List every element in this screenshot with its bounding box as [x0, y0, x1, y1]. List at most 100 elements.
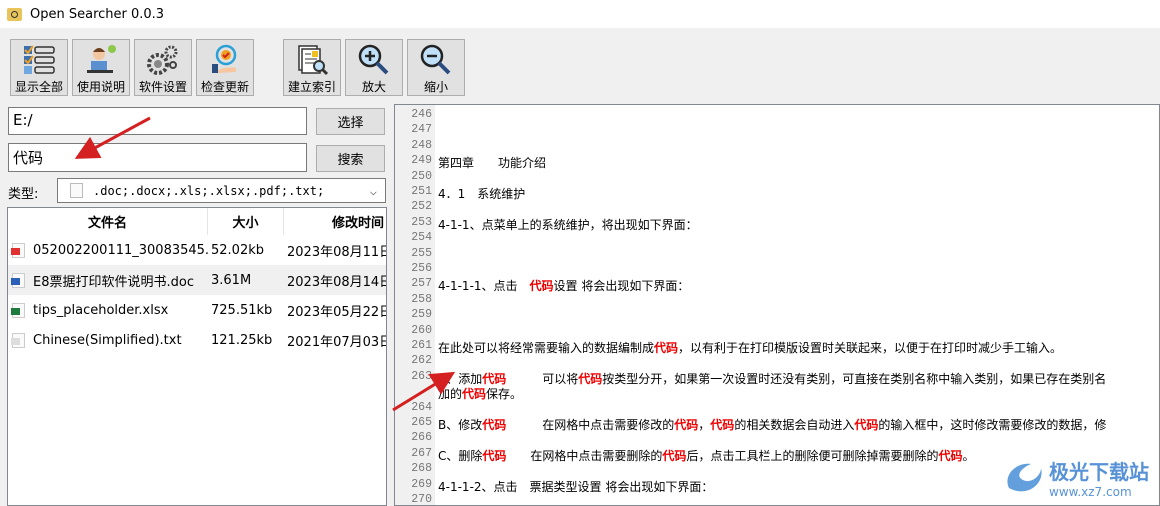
zoom-in-button[interactable]: 放大: [345, 39, 403, 96]
text-span: ，以有利于在打印模版设置时关联起来，以便于在打印时减少手工输入。: [678, 341, 1063, 355]
line-number: 270: [411, 493, 432, 506]
word-file-icon: [11, 272, 25, 288]
user-guide-button[interactable]: 使用说明: [72, 39, 130, 96]
line-text: [435, 293, 438, 308]
text-line: 255: [395, 247, 438, 262]
line-text: [435, 170, 438, 185]
toolbar-label: 检查更新: [200, 80, 249, 94]
text-line: 249 第四章 功能介绍: [395, 154, 547, 171]
line-number: 266: [411, 431, 432, 445]
line-text: 4-1-1-2、点击 票据类型设置 将会出现如下界面：: [435, 478, 713, 494]
line-number: 251: [411, 185, 432, 198]
text-span: C、删除: [438, 448, 483, 463]
zoom-out-button[interactable]: 缩小: [407, 39, 465, 96]
text-line: 266: [395, 431, 438, 446]
text-line: 257 4-1-1-1、点击 代码设置 将会出现如下界面：: [395, 277, 689, 293]
window-title: Open Searcher 0.0.3: [30, 6, 165, 22]
line-text: B、修改代码 在网格中点击需要修改的代码，代码的相关数据会自动进入代码的输入框中…: [435, 416, 1106, 432]
text-line: 265 B、修改代码 在网格中点击需要修改的代码，代码的相关数据会自动进入代码的输…: [395, 416, 1106, 432]
path-input[interactable]: E:/: [8, 107, 307, 135]
pdf-file-icon: [11, 242, 25, 258]
file-name: 052002200111_30083545.pdf: [33, 242, 208, 258]
file-name-cell: E8票据打印软件说明书.doc: [8, 271, 208, 290]
text-span: 4-1-1、点菜单上的系统维护，将出现如下界面：: [438, 217, 698, 232]
file-size: 725.51kb: [211, 302, 273, 318]
text-line: 256: [395, 262, 438, 277]
search-highlight: 代码: [662, 448, 687, 463]
line-number: 252: [411, 200, 432, 214]
search-input[interactable]: 代码: [8, 143, 307, 172]
chevron-down-icon[interactable]: ⌵: [370, 184, 377, 198]
search-button[interactable]: 搜索: [316, 145, 385, 172]
settings-button[interactable]: 软件设置: [134, 39, 192, 96]
show-all-button[interactable]: 显示全部: [10, 39, 68, 96]
toolbar-label: 缩小: [423, 80, 448, 94]
text-span: 第四章 功能介绍: [438, 156, 547, 171]
toolbar-label: 使用说明: [76, 80, 125, 94]
line-number: 249: [411, 154, 432, 168]
text-span: 按类型分开，如果第一次设置时还没有类别，可直接在类别名称中输入类别，如果已存在类…: [602, 371, 1107, 386]
toolbar-label: 放大: [361, 80, 386, 94]
line-number: [395, 385, 435, 400]
text-line: 加的代码保存。: [395, 385, 522, 402]
file-date: 2021年07月03日 .: [287, 334, 386, 350]
text-span: 后，点击工具栏上的删除便可删除掉需要删除的: [686, 448, 939, 463]
line-text: 第四章 功能介绍: [435, 154, 547, 171]
text-line: 270: [395, 493, 438, 506]
file-name-cell: Chinese(Simplified).txt: [8, 332, 208, 348]
header-name[interactable]: 文件名: [8, 208, 208, 235]
select-folder-button[interactable]: 选择: [316, 108, 385, 135]
text-span: 在网格中点击需要删除的: [506, 448, 663, 463]
text-span: 加的: [438, 387, 463, 402]
text-span: ，: [698, 418, 711, 432]
document-viewer[interactable]: 246 247 248 249 第四章 功能介绍 250 251 4．1 系统维护 252 253…: [394, 104, 1160, 506]
line-number: 260: [411, 323, 432, 337]
text-line: 268: [395, 462, 438, 477]
line-text: [435, 200, 438, 215]
header-size[interactable]: 大小: [208, 208, 284, 235]
search-highlight: 代码: [462, 387, 487, 402]
toolbar-label: 显示全部: [14, 80, 63, 94]
zoom-in-icon: [357, 43, 391, 77]
text-line: 262: [395, 354, 438, 369]
watermark-url: www.xz7.com: [1049, 485, 1132, 499]
file-size: 3.61M: [211, 272, 252, 288]
search-highlight: 代码: [654, 341, 679, 355]
line-text: [435, 123, 438, 138]
excel-file-icon: [11, 302, 25, 318]
file-date: 2023年08月11日 .: [287, 244, 386, 260]
search-highlight: 代码: [674, 418, 699, 432]
search-highlight: 代码: [938, 448, 963, 463]
text-line: 247: [395, 123, 438, 138]
toolbar-label: 软件设置: [138, 80, 187, 94]
line-number: 248: [411, 138, 432, 152]
line-text: [435, 262, 438, 277]
table-row[interactable]: 052002200111_30083545.pdf52.02kb 2023年08月…: [8, 235, 386, 265]
search-highlight: 代码: [854, 418, 879, 432]
search-highlight: 代码: [482, 371, 507, 386]
line-text: 4．1 系统维护: [435, 185, 525, 201]
build-index-button[interactable]: 建立索引: [283, 39, 341, 96]
line-number: 268: [411, 462, 432, 476]
index-document-icon: [295, 43, 329, 77]
text-span: B、修改: [438, 418, 483, 432]
file-table: 文件名 大小 修改时间 052002200111_30083545.pdf52.…: [7, 207, 387, 506]
table-row[interactable]: E8票据打印软件说明书.doc 3.61M 2023年08月14日 .: [8, 265, 386, 295]
type-value: .doc;.docx;.xls;.xlsx;.pdf;.txt;: [93, 183, 325, 198]
text-line: 251 4．1 系统维护: [395, 185, 525, 201]
line-number: 257: [411, 277, 432, 291]
table-row[interactable]: tips_placeholder.xlsx 725.51kb 2023年05月22日…: [8, 295, 386, 325]
text-file-icon: [11, 332, 25, 348]
check-update-button[interactable]: 检查更新: [196, 39, 254, 96]
header-date[interactable]: 修改时间: [284, 208, 386, 235]
line-text: [435, 231, 438, 246]
table-row[interactable]: Chinese(Simplified).txt 121.25kb 2021年07月0…: [8, 325, 386, 355]
line-number: 256: [411, 262, 432, 275]
type-select[interactable]: .doc;.docx;.xls;.xlsx;.pdf;.txt; ⌵: [57, 178, 386, 203]
watermark-logo: 极光下载站 www.xz7.com: [1001, 456, 1149, 499]
line-text: [435, 308, 438, 323]
file-icon: [70, 183, 83, 198]
file-date: 2023年05月22日 .: [287, 304, 386, 320]
search-highlight: 代码: [578, 371, 603, 386]
file-size: 52.02kb: [211, 242, 264, 258]
